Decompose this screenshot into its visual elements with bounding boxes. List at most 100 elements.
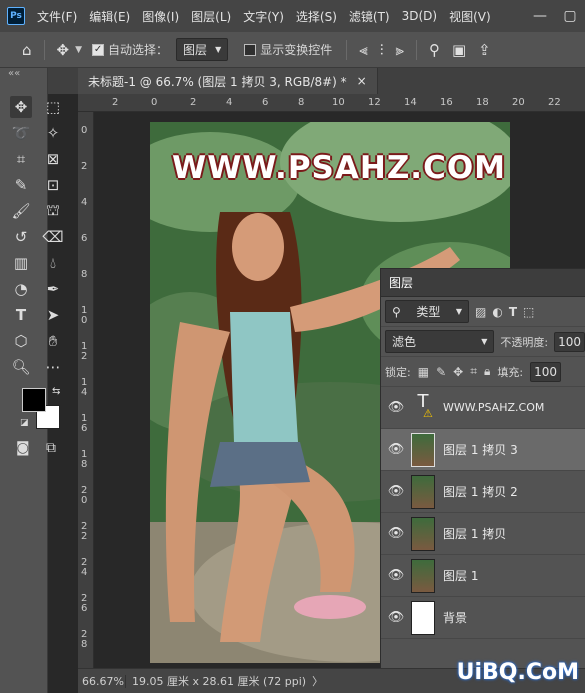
magic-wand-tool-icon[interactable]: ✧ [42,122,64,144]
opacity-input[interactable]: 100 [554,331,585,352]
home-icon[interactable]: ⌂ [22,41,32,59]
layer-name[interactable]: 图层 1 [443,567,478,584]
default-colors-icon[interactable]: ◪ [20,418,29,428]
chevron-down-icon: ▼ [481,337,488,346]
lock-artboard-icon[interactable]: ⌗ [470,364,477,379]
ruler-tick-label: 2 2 [81,521,88,542]
auto-select-checkbox[interactable]: ✓ [92,43,105,56]
history-brush-tool-icon[interactable]: ↺ [10,226,32,248]
layer-row[interactable]: 👁︎ 图层 1 [381,555,585,597]
eyedropper-tool-icon[interactable]: ✎ [10,174,32,196]
menu-file[interactable]: 文件(F) [31,8,83,25]
dodge-tool-icon[interactable]: ◔ [10,278,32,300]
ruler-tick-label: 20 [512,97,525,108]
auto-select-label: 自动选择： [108,43,169,57]
crop-tool-icon[interactable]: ⌗ [10,148,32,170]
workspace-icon[interactable]: ▣ [452,41,466,59]
path-selection-tool-icon[interactable]: ➤ [42,304,64,326]
align-left-icon[interactable]: ⫷ [359,41,367,59]
menu-layer[interactable]: 图层(L) [185,8,237,25]
screen-mode-icon[interactable]: ⧉ [46,440,56,456]
zoom-level[interactable]: 66.67% [78,674,126,688]
menu-view[interactable]: 视图(V) [443,8,497,25]
zoom-tool-icon[interactable]: 🔍︎ [10,356,32,378]
menu-type[interactable]: 文字(Y) [237,8,290,25]
filter-type-icon[interactable]: T [509,305,517,319]
brush-tool-icon[interactable]: 🖌︎ [10,200,32,222]
close-tab-icon[interactable]: × [357,74,367,88]
eye-icon[interactable]: 👁︎ [381,484,411,499]
foreground-color-swatch[interactable] [22,388,46,412]
layer-thumbnail [411,432,435,467]
menu-3d[interactable]: 3D(D) [396,9,443,23]
lock-all-icon[interactable]: 🔒︎ [484,364,490,379]
eye-icon[interactable]: 👁︎ [381,568,411,583]
transform-controls-checkbox[interactable] [244,43,257,56]
ruler-tick-label: 2 0 [81,485,88,506]
spot-healing-tool-icon[interactable]: ⊡ [42,174,64,196]
lasso-tool-icon[interactable]: ➰ [10,122,32,144]
layer-row[interactable]: 👁︎ 背景 [381,597,585,639]
type-tool-icon[interactable]: T [10,304,32,326]
move-tool-icon[interactable]: ✥ [57,41,70,59]
swap-colors-icon[interactable]: ⇆ [52,386,60,397]
quick-mask-icon[interactable]: ◙ [16,440,30,456]
layer-name[interactable]: 图层 1 拷贝 [443,525,506,542]
more-tools-icon[interactable]: ⋯ [42,356,64,378]
layer-name[interactable]: 背景 [443,609,467,626]
layers-panel-title[interactable]: 图层 [389,274,413,291]
layer-name[interactable]: 图层 1 拷贝 2 [443,483,518,500]
move-tool-icon[interactable]: ✥ [10,96,32,118]
menu-filter[interactable]: 滤镜(T) [343,8,396,25]
horizontal-ruler: 2 0 2 4 6 8 10 12 14 16 18 20 22 [78,94,585,112]
pen-tool-icon[interactable]: ✒ [42,278,64,300]
layer-row[interactable]: 👁︎ 图层 1 拷贝 2 [381,471,585,513]
filter-pixel-icon[interactable]: ▨ [475,305,486,319]
collapse-panel-icon[interactable]: «« [8,68,20,79]
eye-icon[interactable]: 👁︎ [381,400,411,415]
layer-filter-dropdown[interactable]: ⚲ 类型 ▼ [385,300,469,323]
fill-label: 填充: [497,365,524,379]
ruler-tick-label: 1 6 [81,413,88,434]
lock-transparent-icon[interactable]: ▦ [418,365,429,379]
layer-row[interactable]: 👁︎ T ⚠ WWW.PSAHZ.COM [381,387,585,429]
chevron-down-icon[interactable]: ▼ [75,45,82,55]
eye-icon[interactable]: 👁︎ [381,442,411,457]
clone-stamp-tool-icon[interactable]: ⛫ [42,200,64,222]
auto-select-target-dropdown[interactable]: 图层 ▼ [176,38,229,61]
photoshop-logo-icon[interactable]: Ps [7,7,25,25]
eraser-tool-icon[interactable]: ⌫ [42,226,64,248]
frame-tool-icon[interactable]: ⊠ [42,148,64,170]
layer-row[interactable]: 👁︎ 图层 1 拷贝 3 [381,429,585,471]
search-icon[interactable]: ⚲ [429,41,440,59]
status-menu-arrow-icon[interactable]: 〉 [312,673,323,689]
ruler-tick-label: 1 2 [81,341,88,362]
menu-image[interactable]: 图像(I) [136,8,185,25]
lock-image-icon[interactable]: ✎ [436,365,446,379]
fill-input[interactable]: 100 [530,361,561,382]
lock-position-icon[interactable]: ✥ [453,365,463,379]
align-center-icon[interactable]: ⫶ [380,41,384,59]
eye-icon[interactable]: 👁︎ [381,526,411,541]
layer-name[interactable]: 图层 1 拷贝 3 [443,441,518,458]
gradient-tool-icon[interactable]: ▥ [10,252,32,274]
blend-mode-dropdown[interactable]: 滤色 ▼ [385,330,495,353]
filter-adjustment-icon[interactable]: ◐ [492,305,502,319]
menu-edit[interactable]: 编辑(E) [83,8,136,25]
layer-row[interactable]: 👁︎ 图层 1 拷贝 [381,513,585,555]
minimize-button[interactable]: — [525,8,555,24]
share-icon[interactable]: ⇪ [478,41,491,59]
hand-tool-icon[interactable]: ✋︎ [42,330,64,352]
align-right-icon[interactable]: ⫸ [395,41,403,59]
marquee-tool-icon[interactable]: ⬚ [42,96,64,118]
shape-tool-icon[interactable]: ⬡ [10,330,32,352]
document-tab[interactable]: 未标题-1 @ 66.7% (图层 1 拷贝 3, RGB/8#) * × [78,68,378,94]
blur-tool-icon[interactable]: 💧︎ [42,252,64,274]
layer-name[interactable]: WWW.PSAHZ.COM [443,401,544,414]
menu-select[interactable]: 选择(S) [290,8,343,25]
transform-controls-label: 显示变换控件 [260,43,333,57]
maximize-button[interactable]: ▢ [555,8,585,24]
divider [346,39,348,60]
filter-shape-icon[interactable]: ⬚ [523,305,534,319]
eye-icon[interactable]: 👁︎ [381,610,411,625]
